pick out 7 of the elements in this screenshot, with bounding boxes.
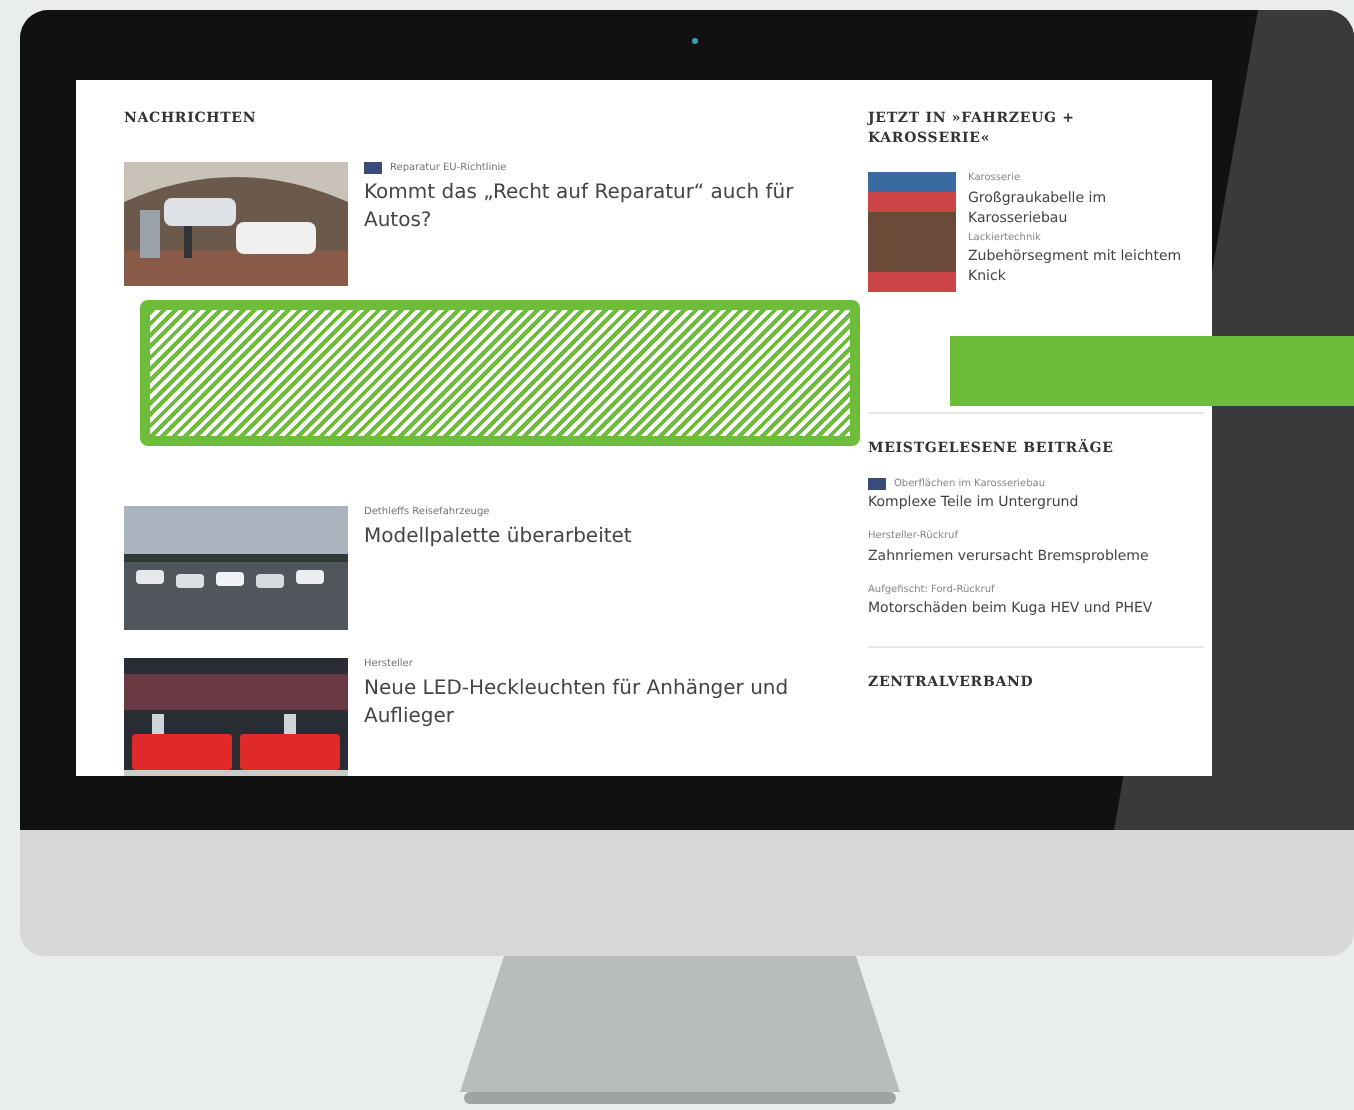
magazine-cover [868,172,956,292]
article-title[interactable]: Modellpalette überarbeitet [364,524,632,552]
tag-icon [868,478,886,491]
tag-icon [364,162,382,175]
article-title[interactable]: Neue LED-Heckleuchten für Anhänger und Auflieger [364,676,836,732]
article-title[interactable]: Kommt das „Recht auf Reparatur“ auch für Autos? [364,180,836,236]
camera-icon [692,38,698,44]
